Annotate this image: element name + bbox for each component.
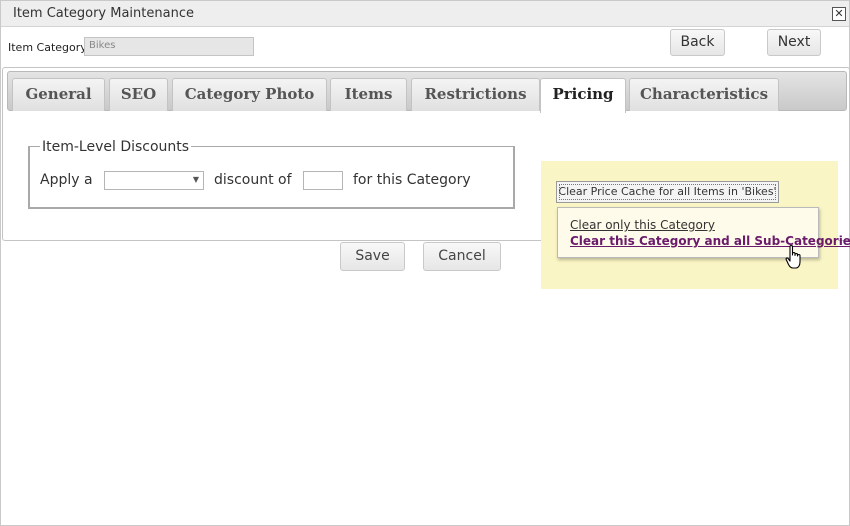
window-title: Item Category Maintenance <box>13 6 194 21</box>
tab-pricing[interactable]: Pricing <box>540 78 626 113</box>
for-this-category-label: for this Category <box>353 172 471 188</box>
save-button[interactable]: Save <box>340 242 405 271</box>
tab-restrictions[interactable]: Restrictions <box>411 78 540 111</box>
tab-characteristics[interactable]: Characteristics <box>629 78 779 111</box>
tab-category-photo[interactable]: Category Photo <box>172 78 327 111</box>
clear-cache-menu: Clear only this Category Clear this Cate… <box>557 207 850 258</box>
clear-price-cache-button[interactable]: Clear Price Cache for all Items in 'Bike… <box>556 181 779 203</box>
hand-pointer-icon <box>785 245 801 269</box>
clear-only-category-link[interactable]: Clear only this Category <box>570 218 715 232</box>
chevron-down-icon: ▼ <box>192 175 199 184</box>
next-button[interactable]: Next <box>767 29 821 56</box>
close-icon[interactable]: ✕ <box>832 7 846 21</box>
dialog-window: Item Category Maintenance ✕ Item Categor… <box>0 0 850 526</box>
tab-general[interactable]: General <box>12 78 105 111</box>
clear-category-and-subcategories-link[interactable]: Clear this Category and all Sub-Categori… <box>570 234 850 248</box>
item-category-field: Bikes <box>84 37 254 56</box>
cancel-button[interactable]: Cancel <box>423 242 501 271</box>
tab-items[interactable]: Items <box>330 78 407 111</box>
item-level-discounts-legend: Item-Level Discounts <box>40 139 192 155</box>
tab-strip: General SEO Category Photo Items Restric… <box>7 71 847 113</box>
discount-amount-input[interactable] <box>303 171 343 190</box>
discount-of-label: discount of <box>214 172 292 188</box>
title-bar: Item Category Maintenance ✕ <box>1 1 849 27</box>
back-button[interactable]: Back <box>670 29 725 56</box>
tab-seo[interactable]: SEO <box>109 78 168 111</box>
discount-type-select[interactable]: ▼ <box>104 171 204 190</box>
focus-outline <box>559 184 776 200</box>
item-category-label: Item Category: <box>8 41 90 54</box>
apply-a-label: Apply a <box>40 172 93 188</box>
